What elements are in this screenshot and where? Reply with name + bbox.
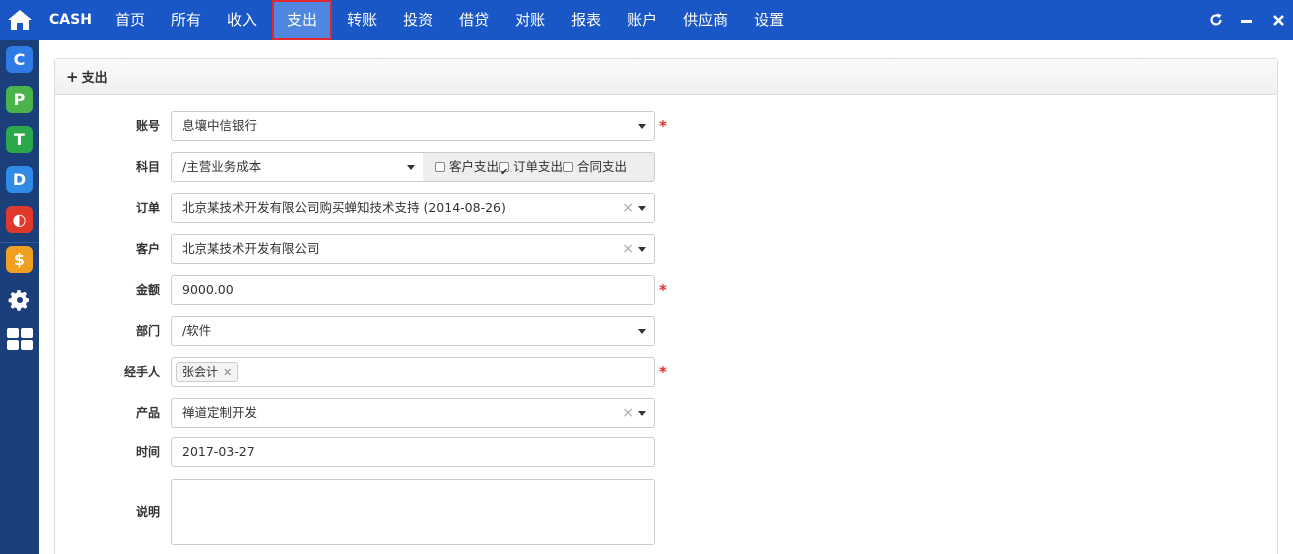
nav-item-9[interactable]: 账户 xyxy=(614,0,670,40)
nav-item-7[interactable]: 对账 xyxy=(502,0,558,40)
product-row: 产品 禅道定制开发 × xyxy=(55,398,1277,428)
brand-logo[interactable]: CASH xyxy=(49,0,92,40)
account-select[interactable]: 息壤中信银行 xyxy=(171,111,655,141)
order-value: 北京某技术开发有限公司购买蝉知技术支持 (2014-08-26) xyxy=(182,200,506,215)
product-label: 产品 xyxy=(135,406,160,420)
nav-item-10[interactable]: 供应商 xyxy=(670,0,741,40)
order-row: 订单 北京某技术开发有限公司购买蝉知技术支持 (2014-08-26) × xyxy=(55,193,1277,223)
expense-panel: +支出 账号 息壤中信银行 * 科目 /主营业务成本 客户支出订单支出合同支出 … xyxy=(54,58,1278,554)
product-value: 禅道定制开发 xyxy=(182,405,258,420)
handler-row: 经手人 张会计 ✕ * xyxy=(55,357,1277,387)
panel-header: + 支出 xyxy=(55,59,1277,95)
handler-select[interactable]: 张会计 ✕ xyxy=(171,357,655,387)
customer-value: 北京某技术开发有限公司 xyxy=(182,241,320,256)
main-nav: 首页 所有 收入 支出 转账 投资 借贷 对账 报表 账户 供应商 设置 xyxy=(102,0,797,40)
department-value: /软件 xyxy=(182,323,212,338)
refresh-icon[interactable] xyxy=(1201,0,1231,40)
dock-app-4-icon[interactable]: ◐ xyxy=(6,206,33,233)
category-value: /主营业务成本 xyxy=(182,159,262,174)
dock-divider xyxy=(0,242,39,243)
date-label: 时间 xyxy=(135,445,160,459)
minimize-icon[interactable] xyxy=(1231,0,1261,40)
account-row: 账号 息壤中信银行 * xyxy=(55,111,1277,141)
nav-item-8[interactable]: 报表 xyxy=(558,0,614,40)
order-select[interactable]: 北京某技术开发有限公司购买蝉知技术支持 (2014-08-26) × xyxy=(171,193,655,223)
category-select[interactable]: /主营业务成本 xyxy=(171,152,424,182)
customer-expense-label: 客户支出 xyxy=(449,159,500,174)
clear-icon[interactable]: × xyxy=(622,194,634,222)
desc-label: 说明 xyxy=(135,505,160,519)
contract-expense-label: 合同支出 xyxy=(577,159,628,174)
checkbox-icon xyxy=(563,162,574,172)
chevron-down-icon xyxy=(638,206,646,211)
gear-icon[interactable] xyxy=(6,286,33,313)
handler-label: 经手人 xyxy=(123,365,160,379)
nav-item-11[interactable]: 设置 xyxy=(741,0,797,40)
dock-app-5-icon[interactable]: $ xyxy=(6,246,33,273)
account-label: 账号 xyxy=(135,119,160,133)
customer-expense-checkbox[interactable]: 客户支出 xyxy=(435,159,499,174)
customer-label: 客户 xyxy=(135,242,160,256)
chevron-down-icon xyxy=(638,124,646,129)
required-mark: * xyxy=(659,281,667,299)
desc-textarea[interactable] xyxy=(171,479,655,545)
customer-select[interactable]: 北京某技术开发有限公司 × xyxy=(171,234,655,264)
amount-value: 9000.00 xyxy=(182,282,234,297)
chevron-down-icon xyxy=(638,329,646,334)
dock-app-2-icon[interactable]: T xyxy=(6,126,33,153)
amount-row: 金额 9000.00 * xyxy=(55,275,1277,305)
checkbox-checked-icon xyxy=(499,159,510,187)
chevron-down-icon xyxy=(407,165,415,170)
nav-item-1[interactable]: 所有 xyxy=(158,0,214,40)
nav-item-4[interactable]: 转账 xyxy=(334,0,390,40)
home-icon[interactable] xyxy=(0,0,39,40)
order-label: 订单 xyxy=(135,201,160,215)
nav-item-0[interactable]: 首页 xyxy=(102,0,158,40)
date-input[interactable]: 2017-03-27 xyxy=(171,437,655,467)
grid-icon[interactable] xyxy=(6,325,33,352)
dock-app-3-icon[interactable]: D xyxy=(6,166,33,193)
product-select[interactable]: 禅道定制开发 × xyxy=(171,398,655,428)
remove-tag-icon[interactable]: ✕ xyxy=(223,366,232,379)
customer-row: 客户 北京某技术开发有限公司 × xyxy=(55,234,1277,264)
category-options: 客户支出订单支出合同支出 xyxy=(423,152,655,187)
nav-item-6[interactable]: 借贷 xyxy=(446,0,502,40)
clear-icon[interactable]: × xyxy=(622,235,634,263)
order-expense-checkbox[interactable]: 订单支出 xyxy=(499,159,564,187)
nav-item-2[interactable]: 收入 xyxy=(214,0,270,40)
plus-icon: + xyxy=(66,68,79,86)
department-label: 部门 xyxy=(135,324,160,338)
department-row: 部门 /软件 xyxy=(55,316,1277,346)
clear-icon[interactable]: × xyxy=(622,399,634,427)
account-value: 息壤中信银行 xyxy=(182,118,258,133)
department-select[interactable]: /软件 xyxy=(171,316,655,346)
date-row: 时间 2017-03-27 xyxy=(55,437,1277,467)
app-dock: C P T D ◐ $ xyxy=(0,0,39,554)
nav-item-3[interactable]: 支出 xyxy=(272,0,333,40)
required-mark: * xyxy=(659,117,667,135)
close-icon[interactable] xyxy=(1263,0,1293,40)
order-expense-label: 订单支出 xyxy=(513,159,564,174)
handler-tag-label: 张会计 xyxy=(182,365,219,379)
dock-app-1-icon[interactable]: P xyxy=(6,86,33,113)
category-label: 科目 xyxy=(135,160,160,174)
contract-expense-checkbox[interactable]: 合同支出 xyxy=(563,159,627,174)
amount-input[interactable]: 9000.00 xyxy=(171,275,655,305)
handler-tag: 张会计 ✕ xyxy=(176,362,239,382)
category-row: 科目 /主营业务成本 客户支出订单支出合同支出 xyxy=(55,152,1277,187)
desc-row: 说明 xyxy=(55,479,1277,545)
top-navbar: CASH 首页 所有 收入 支出 转账 投资 借贷 对账 报表 账户 供应商 设置 xyxy=(39,0,1293,40)
chevron-down-icon xyxy=(638,411,646,416)
required-mark: * xyxy=(659,363,667,381)
dock-app-0-icon[interactable]: C xyxy=(6,46,33,73)
date-value: 2017-03-27 xyxy=(182,444,255,459)
panel-title: 支出 xyxy=(81,71,108,86)
nav-item-5[interactable]: 投资 xyxy=(390,0,446,40)
chevron-down-icon xyxy=(638,247,646,252)
checkbox-icon xyxy=(435,162,445,172)
amount-label: 金额 xyxy=(135,283,160,297)
